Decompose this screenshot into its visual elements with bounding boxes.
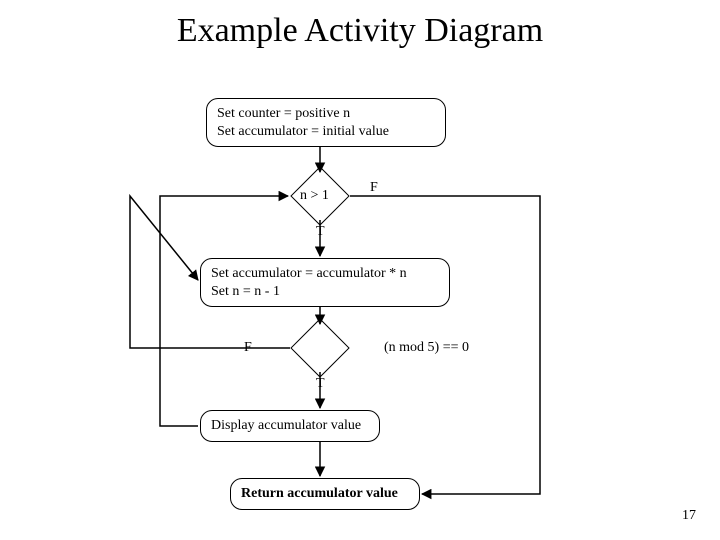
- dec1-cond-label: n > 1: [300, 188, 329, 204]
- page-number: 17: [682, 508, 696, 524]
- page-title: Example Activity Diagram: [0, 12, 720, 50]
- dec1-false-label: F: [370, 180, 378, 196]
- loop-line2: Set n = n - 1: [211, 283, 439, 301]
- init-line1: Set counter = positive n: [217, 105, 435, 123]
- dec1-true-label: T: [316, 224, 325, 240]
- dec2-cond-label: (n mod 5) == 0: [384, 340, 469, 356]
- display-text: Display accumulator value: [211, 418, 361, 433]
- return-text: Return accumulator value: [241, 486, 398, 501]
- return-box: Return accumulator value: [230, 478, 420, 510]
- display-box: Display accumulator value: [200, 410, 380, 442]
- init-line2: Set accumulator = initial value: [217, 123, 435, 141]
- loop-body-box: Set accumulator = accumulator * n Set n …: [200, 258, 450, 307]
- decision-mod5: [290, 318, 349, 377]
- loop-line1: Set accumulator = accumulator * n: [211, 265, 439, 283]
- dec2-true-label: T: [316, 376, 325, 392]
- init-box: Set counter = positive n Set accumulator…: [206, 98, 446, 147]
- dec2-false-label: F: [244, 340, 252, 356]
